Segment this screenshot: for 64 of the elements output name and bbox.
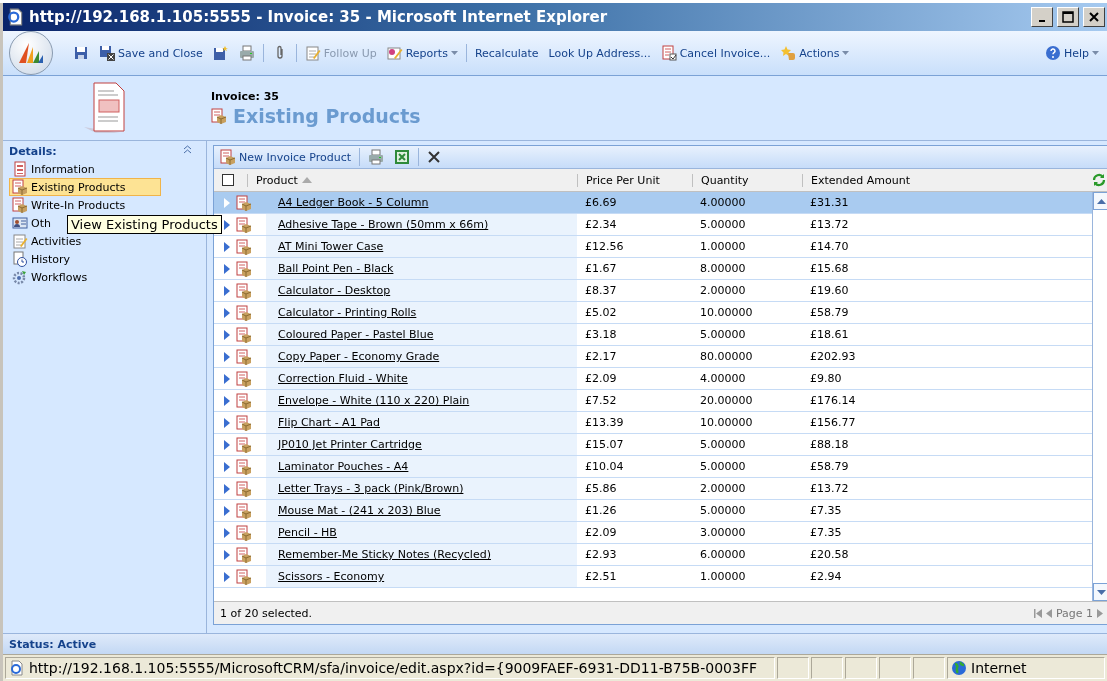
table-cell-text: £2.93 xyxy=(584,547,618,563)
table-cell-text: £1.67 xyxy=(584,261,618,277)
record-title: Invoice: 35 xyxy=(211,90,280,103)
table-cell-text: £6.69 xyxy=(584,195,618,211)
status-url: http://192.168.1.105:5555/MicrosoftCRM/sfa/invoice/edit.aspx?id={9009FAEF-6931-DD11-B75B-0003FF xyxy=(5,657,775,679)
table-cell-text: 80.00000 xyxy=(699,349,754,365)
table-cell-text: £13.72 xyxy=(809,217,850,233)
table-cell-text: £7.52 xyxy=(584,393,618,409)
table-cell-text: 3.00000 xyxy=(699,525,747,541)
table-cell-text: £15.07 xyxy=(584,437,625,453)
table-cell-text: 6.00000 xyxy=(699,547,747,563)
table-cell-text: 4.00000 xyxy=(699,195,747,211)
table-cell-text: 2.00000 xyxy=(699,283,747,299)
table-cell-text: 10.00000 xyxy=(699,305,754,321)
table-cell-text: 8.00000 xyxy=(699,261,747,277)
table-cell-text: £176.14 xyxy=(809,393,857,409)
table-cell-text: £3.18 xyxy=(584,327,618,343)
selection-count: 1 of 20 selected. xyxy=(220,606,313,620)
table-cell-text: £10.04 xyxy=(584,459,625,475)
table-cell-text: 5.00000 xyxy=(699,327,747,343)
security-zone: Internet xyxy=(947,657,1105,679)
page-title: Existing Products xyxy=(233,105,421,127)
table-cell-text: £58.79 xyxy=(809,459,850,475)
table-cell-text: £2.51 xyxy=(584,569,618,585)
table-cell-text: £2.34 xyxy=(584,217,618,233)
table-cell-text: 5.00000 xyxy=(699,437,747,453)
table-cell-text: 1.00000 xyxy=(699,239,747,255)
table-cell-text: £31.31 xyxy=(809,195,850,211)
table-cell-text: 5.00000 xyxy=(699,459,747,475)
table-cell-text: £5.86 xyxy=(584,481,618,497)
table-cell-text: £8.37 xyxy=(584,283,618,299)
page-number: Page 1 xyxy=(1055,606,1093,620)
table-cell-text: 1.00000 xyxy=(699,569,747,585)
table-cell-text: £13.39 xyxy=(584,415,625,431)
table-cell-text: £1.26 xyxy=(584,503,618,519)
tooltip: View Existing Products xyxy=(67,215,222,234)
table-cell-text: 2.00000 xyxy=(699,481,747,497)
table-cell-text: £18.61 xyxy=(809,327,850,343)
window-title: http://192.168.1.105:5555 - Invoice: 35 - Microsoft Internet Explorer xyxy=(29,8,609,26)
table-cell-text: £13.72 xyxy=(809,481,850,497)
table-cell-text: 5.00000 xyxy=(699,217,747,233)
section-heading: Details: xyxy=(9,145,57,158)
table-cell-text: £12.56 xyxy=(584,239,625,255)
table-cell-text: £2.09 xyxy=(584,525,618,541)
table-cell-text: 10.00000 xyxy=(699,415,754,431)
table-cell-text: 20.00000 xyxy=(699,393,754,409)
table-cell-text: £156.77 xyxy=(809,415,857,431)
table-cell-text: £2.17 xyxy=(584,349,618,365)
table-cell-text: £58.79 xyxy=(809,305,850,321)
table-cell-text: £14.70 xyxy=(809,239,850,255)
table-cell-text: 5.00000 xyxy=(699,503,747,519)
table-cell-text: £5.02 xyxy=(584,305,618,321)
table-cell-text: £2.94 xyxy=(809,569,843,585)
table-cell-text: £2.09 xyxy=(584,371,618,387)
table-cell-text: £7.35 xyxy=(809,503,843,519)
table-cell-text: £20.58 xyxy=(809,547,850,563)
table-cell-text: £15.68 xyxy=(809,261,850,277)
table-cell-text: £202.93 xyxy=(809,349,857,365)
record-status: Status: Active xyxy=(9,637,97,651)
table-cell-text: 4.00000 xyxy=(699,371,747,387)
table-cell-text: £9.80 xyxy=(809,371,843,387)
table-cell-text: £7.35 xyxy=(809,525,843,541)
table-cell-text: £88.18 xyxy=(809,437,850,453)
table-cell-text: £19.60 xyxy=(809,283,850,299)
